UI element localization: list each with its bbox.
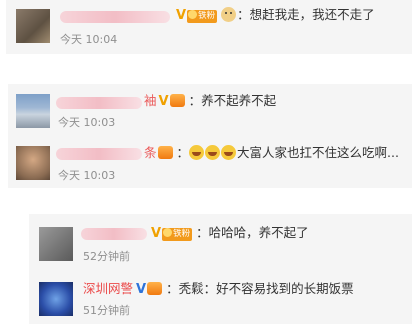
fan-badge: 铁粉 [162, 228, 193, 241]
fan-badge-label: 铁粉 [198, 11, 216, 21]
avatar[interactable] [39, 227, 73, 261]
reply-line: 深圳网警 V ：秃鬏：好不容易找到的长期饭票 [83, 280, 354, 299]
comment-card: V 铁粉 ：想赶我走，我还不走了 今天 10:04 [6, 0, 412, 54]
avatar[interactable] [39, 282, 73, 316]
username-blurred[interactable] [56, 148, 142, 160]
fan-badge-icon [147, 282, 163, 295]
verified-v-icon: V [176, 8, 187, 23]
comment-time: 今天 10:03 [58, 169, 116, 182]
username-blurred[interactable] [56, 97, 142, 109]
reply-time: 51分钟前 [83, 304, 130, 317]
comment-line: 条 ：大富人家也扛不住这么吃啊... [144, 145, 399, 160]
avatar[interactable] [16, 9, 50, 43]
verified-v-icon: V [136, 282, 147, 297]
laugh-cry-emoji [205, 145, 221, 160]
fan-badge-icon [157, 146, 173, 159]
fan-badge-icon [169, 94, 185, 107]
comment-text: ：养不起养不起 [188, 93, 277, 108]
avatar[interactable] [16, 146, 50, 180]
comment-card: 袖V ：养不起养不起 今天 10:03 条 ：大富人家也扛不住这么吃啊... 今… [8, 84, 412, 188]
reply-card: V 铁粉 ：哈哈哈，养不起了 52分钟前 深圳网警 V ：秃鬏：好不容易找到的长期饭… [29, 214, 412, 324]
dog-face-emoji [221, 7, 237, 22]
comment-line: V 铁粉 ：想赶我走，我还不走了 [174, 6, 375, 25]
fan-badge-label: 铁粉 [173, 229, 191, 239]
reply-line: V 铁粉 ：哈哈哈，养不起了 [149, 224, 309, 243]
reply-text: ：秃鬏：好不容易找到的长期饭票 [166, 281, 354, 296]
reply-time: 52分钟前 [83, 250, 130, 263]
reply-text: ：哈哈哈，养不起了 [196, 225, 309, 240]
avatar[interactable] [16, 94, 50, 128]
comment-text: ：想赶我走，我还不走了 [237, 7, 375, 22]
username-fragment[interactable]: 条 [144, 145, 157, 160]
username-blurred[interactable] [60, 11, 170, 23]
verified-v-icon: V [151, 226, 162, 241]
comment-time: 今天 10:04 [60, 33, 118, 46]
comment-time: 今天 10:03 [58, 116, 116, 129]
comment-line: 袖V ：养不起养不起 [144, 92, 276, 111]
username-fragment[interactable]: 袖 [144, 93, 157, 108]
fan-badge: 铁粉 [187, 10, 218, 23]
comment-text: 大富人家也扛不住这么吃啊... [237, 145, 399, 160]
verified-v-icon: V [158, 94, 169, 109]
laugh-cry-emoji [221, 145, 237, 160]
laugh-cry-emoji [189, 145, 205, 160]
username-blurred[interactable] [81, 228, 147, 240]
username[interactable]: 深圳网警 [83, 281, 133, 296]
